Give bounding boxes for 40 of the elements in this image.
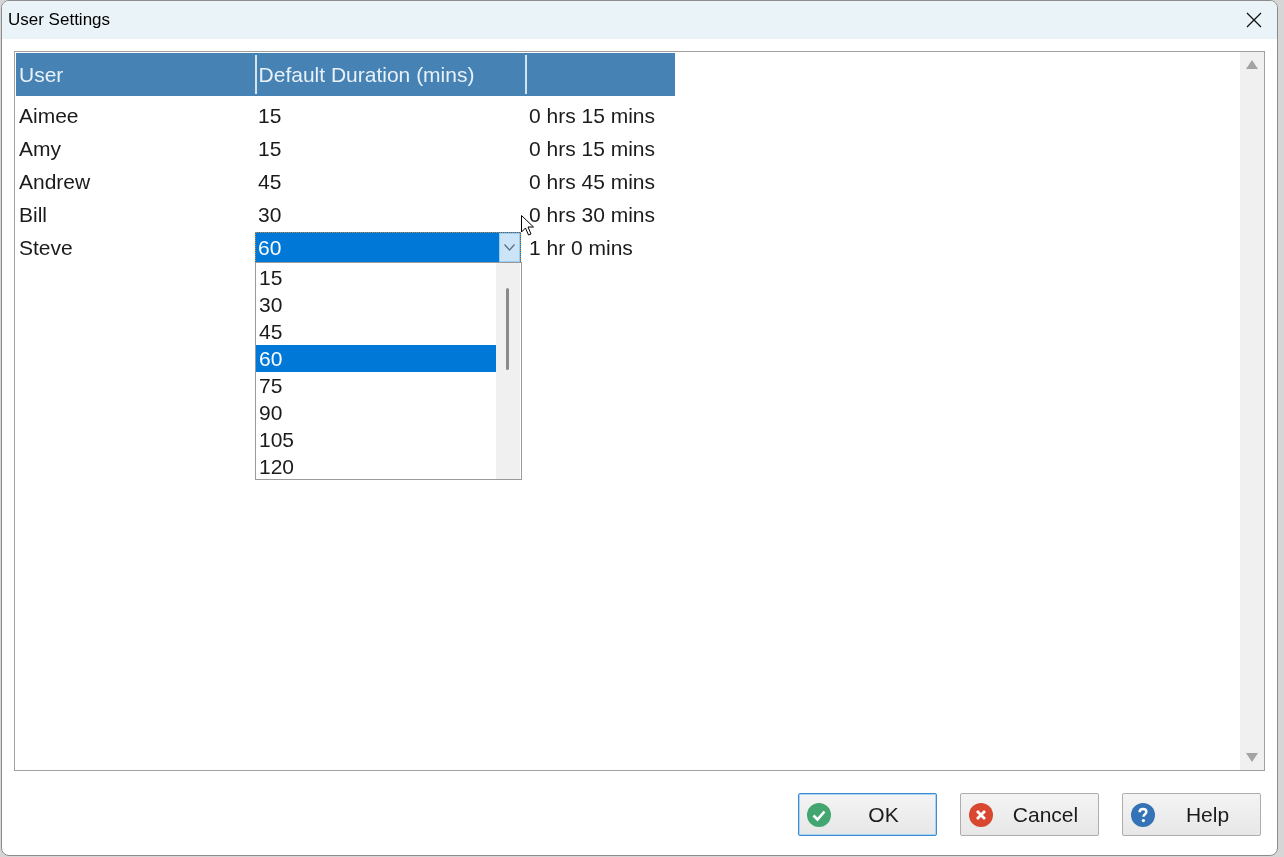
dropdown-option[interactable]: 75	[256, 372, 496, 399]
dropdown-option[interactable]: 30	[256, 291, 496, 318]
check-circle-icon	[807, 802, 831, 827]
duration-combo-box[interactable]: 60	[255, 232, 521, 263]
table-cell-text: 45	[257, 168, 283, 195]
table-cell-text: Amy	[18, 135, 62, 162]
table-cell-text: 0 hrs 30 mins	[528, 201, 657, 228]
dropdown-option[interactable]: 15	[256, 264, 496, 291]
table-cell-text: 1 hr 0 mins	[528, 234, 634, 261]
dropdown-option[interactable]: 120	[256, 453, 496, 480]
dropdown-button[interactable]	[499, 233, 520, 262]
window-title: User Settings	[7, 9, 111, 32]
table-cell-text: 15	[257, 102, 283, 129]
table-cell-text: Steve	[18, 234, 74, 261]
table-cell-text: 30	[257, 201, 283, 228]
x-circle-icon	[969, 802, 993, 827]
table-cell-text: Aimee	[18, 102, 80, 129]
chevron-down-icon	[504, 244, 515, 251]
table-cell-text: Andrew	[18, 168, 92, 195]
column-header[interactable]: Default Duration (mins)	[256, 53, 525, 96]
dialog-button[interactable]: OK	[798, 793, 937, 836]
dropdown-option[interactable]: 105	[256, 426, 496, 453]
question-circle-icon	[1131, 802, 1155, 827]
close-icon	[1246, 12, 1262, 28]
scrollbar-thumb[interactable]	[506, 288, 509, 370]
scrollbar[interactable]	[1240, 52, 1264, 770]
dialog-button[interactable]: Cancel	[960, 793, 1099, 836]
down-triangle-icon[interactable]	[1246, 753, 1258, 762]
table-cell-text: Bill	[18, 201, 48, 228]
table-cell-text: 0 hrs 45 mins	[528, 168, 657, 195]
dropdown-option[interactable]: 45	[256, 318, 496, 345]
table-cell-text: 15	[257, 135, 283, 162]
scrollbar[interactable]	[496, 263, 520, 479]
up-triangle-icon[interactable]	[1246, 60, 1258, 69]
dropdown-option[interactable]: 60	[256, 345, 496, 372]
table-cell-text: 0 hrs 15 mins	[528, 135, 657, 162]
column-header[interactable]: User	[16, 53, 255, 96]
dropdown-option[interactable]: 90	[256, 399, 496, 426]
dialog-button[interactable]: Help	[1122, 793, 1261, 836]
table-cell-text: 0 hrs 15 mins	[528, 102, 657, 129]
